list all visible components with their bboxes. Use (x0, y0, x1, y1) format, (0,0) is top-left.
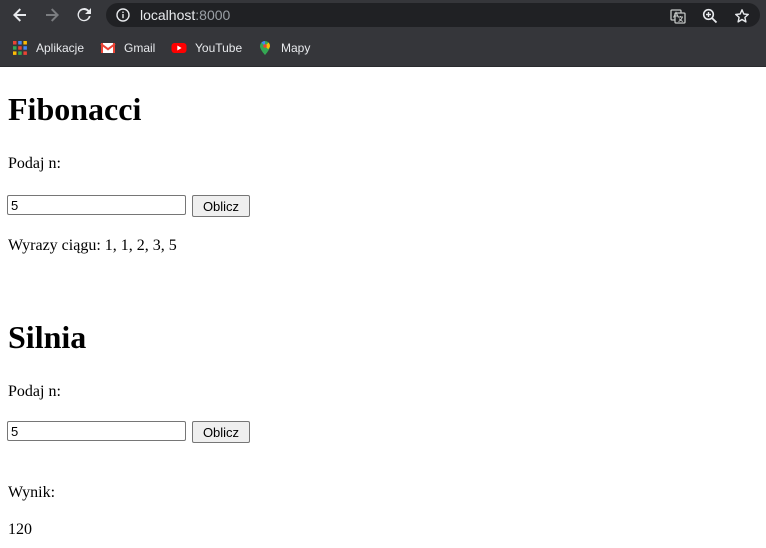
url-text[interactable]: localhost:8000 (140, 7, 230, 23)
bookmark-maps[interactable]: Mapy (257, 39, 310, 57)
bookmark-gmail[interactable]: Gmail (100, 39, 155, 57)
gmail-icon (100, 43, 116, 53)
page-content: Fibonacci Podaj n: Oblicz Wyrazy ciągu: … (0, 66, 766, 548)
silnia-n-input[interactable] (7, 421, 186, 441)
reload-button[interactable] (72, 4, 96, 26)
forward-button[interactable] (40, 4, 64, 26)
bookmark-apps[interactable]: Aplikacje (12, 39, 84, 57)
address-bar[interactable]: localhost:8000 (106, 3, 760, 27)
youtube-icon (171, 43, 187, 53)
silnia-calculate-button[interactable]: Oblicz (192, 421, 250, 443)
bookmark-youtube[interactable]: YouTube (171, 39, 242, 57)
fibonacci-calculate-button[interactable]: Oblicz (192, 195, 250, 217)
fibonacci-heading: Fibonacci (8, 91, 142, 127)
apps-grid-icon (13, 41, 27, 55)
bookmark-label: Gmail (124, 41, 156, 55)
url-port: :8000 (195, 7, 231, 23)
reload-icon (77, 8, 91, 22)
bookmark-label: Mapy (281, 41, 311, 55)
silnia-result-label: Wynik: (8, 484, 56, 501)
arrow-right-icon (46, 8, 59, 22)
silnia-prompt: Podaj n: (8, 383, 61, 400)
silnia-heading: Silnia (8, 319, 87, 355)
back-button[interactable] (8, 4, 32, 26)
zoom-icon[interactable] (702, 8, 718, 24)
bookmark-label: YouTube (195, 41, 243, 55)
browser-toolbar: localhost:8000 (0, 0, 766, 30)
bookmarks-bar: Aplikacje Gmail YouTube Mapy (0, 30, 766, 67)
star-icon[interactable] (734, 8, 750, 24)
url-host: localhost (140, 7, 196, 23)
fibonacci-result: Wyrazy ciągu: 1, 1, 2, 3, 5 (8, 237, 177, 254)
arrow-left-icon (13, 8, 26, 22)
fibonacci-prompt: Podaj n: (8, 155, 61, 172)
translate-icon[interactable] (670, 8, 686, 24)
fibonacci-n-input[interactable] (7, 195, 186, 215)
bookmark-label: Aplikacje (36, 41, 85, 55)
maps-pin-icon (260, 40, 271, 55)
info-icon[interactable] (116, 8, 130, 22)
silnia-result-value: 120 (8, 521, 32, 538)
